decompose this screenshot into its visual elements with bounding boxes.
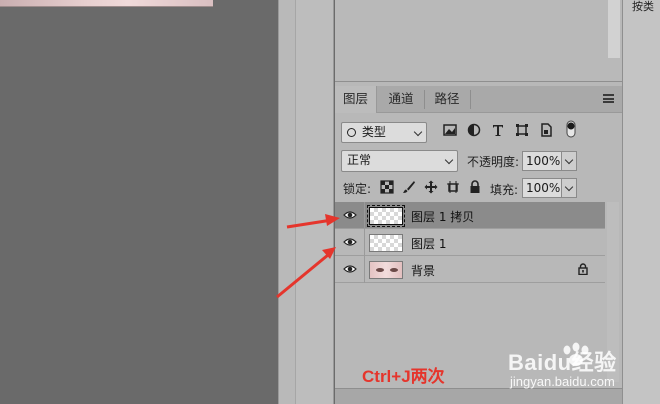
opacity-label: 不透明度: xyxy=(467,155,520,169)
layers-panel-footer xyxy=(335,388,622,404)
watermark-brand: Baidu经验 xyxy=(508,350,617,375)
opacity-input[interactable]: 100% xyxy=(522,151,562,171)
fill-label: 填充: xyxy=(490,183,519,197)
visibility-eye-icon[interactable] xyxy=(343,237,357,247)
pixel-layer-filter-icon[interactable] xyxy=(443,123,457,137)
watermark-url: jingyan.baidu.com xyxy=(510,374,615,389)
tab-layers[interactable]: 图层 xyxy=(335,86,377,113)
lock-image-pixels-icon[interactable] xyxy=(402,180,416,194)
row-divider xyxy=(364,256,365,283)
lock-position-icon[interactable] xyxy=(424,180,438,194)
chevron-down-icon xyxy=(444,155,454,165)
layer-lock-icon[interactable] xyxy=(577,263,589,275)
filter-type-label: 类型 xyxy=(361,125,386,139)
filter-type-select[interactable]: 类型 xyxy=(341,122,427,143)
canvas-area[interactable] xyxy=(0,0,278,404)
smart-object-filter-icon[interactable] xyxy=(539,123,553,137)
layer-thumbnail[interactable] xyxy=(369,234,403,252)
visibility-eye-icon[interactable] xyxy=(343,210,357,220)
lock-artboard-icon[interactable] xyxy=(446,180,460,194)
row-divider xyxy=(364,229,365,256)
layer-row[interactable]: 背景 xyxy=(335,256,605,283)
layer-name[interactable]: 背景 xyxy=(411,262,435,279)
layer-name[interactable]: 图层 1 xyxy=(411,235,446,252)
layer-name[interactable]: 图层 1 拷贝 xyxy=(411,208,474,225)
thumbnail-eye-detail xyxy=(390,268,398,272)
filter-toggle-icon[interactable] xyxy=(565,120,577,138)
layer-row[interactable]: 图层 1 拷贝 xyxy=(335,202,605,229)
upper-panel-scrollbar[interactable] xyxy=(608,0,620,58)
layer-thumbnail[interactable] xyxy=(369,261,403,279)
chevron-down-icon xyxy=(413,127,423,137)
collapsed-panel-column xyxy=(296,0,334,404)
opacity-dropdown-button[interactable] xyxy=(562,151,577,171)
search-icon xyxy=(347,128,356,137)
document-edge xyxy=(0,0,213,7)
tab-separator xyxy=(470,90,471,109)
thumbnail-eye-detail xyxy=(376,268,384,272)
tab-channels[interactable]: 通道 xyxy=(379,86,423,113)
shape-layer-filter-icon[interactable] xyxy=(515,123,529,137)
type-layer-filter-icon[interactable] xyxy=(491,123,505,137)
lock-label: 锁定: xyxy=(343,182,372,196)
panel-dock-divider[interactable] xyxy=(278,0,296,404)
panel-tabs: 图层 通道 路径 xyxy=(335,86,622,113)
upper-panel xyxy=(335,0,622,82)
panel-menu-icon[interactable] xyxy=(603,94,614,103)
adjustment-layer-filter-icon[interactable] xyxy=(467,123,481,137)
lock-transparent-pixels-icon[interactable] xyxy=(380,180,394,194)
visibility-eye-icon[interactable] xyxy=(343,264,357,274)
layer-thumbnail[interactable] xyxy=(367,205,405,227)
lock-all-icon[interactable] xyxy=(468,180,482,194)
annotation-text: Ctrl+J两次 xyxy=(362,367,445,386)
blend-mode-value: 正常 xyxy=(347,153,372,167)
layer-row[interactable]: 图层 1 xyxy=(335,229,605,256)
blend-mode-select[interactable]: 正常 xyxy=(341,150,458,172)
tab-paths[interactable]: 路径 xyxy=(425,86,469,113)
row-divider xyxy=(364,202,365,229)
fill-dropdown-button[interactable] xyxy=(562,178,577,198)
fill-input[interactable]: 100% xyxy=(522,178,562,198)
right-panel-label[interactable]: 按类 xyxy=(632,0,654,14)
